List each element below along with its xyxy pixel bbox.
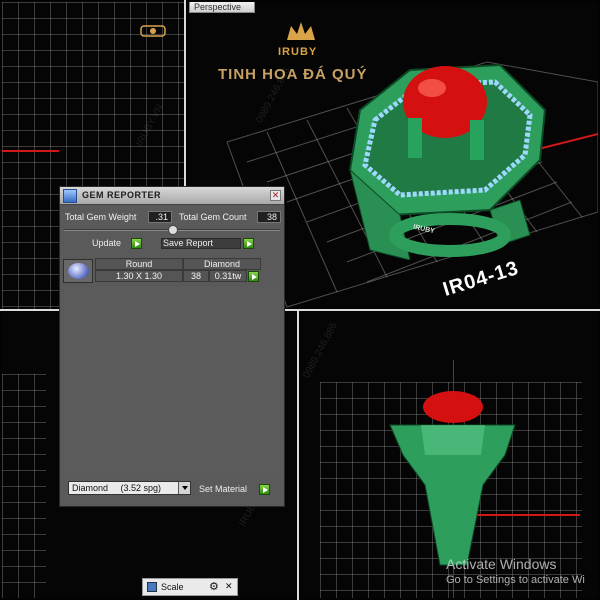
chevron-down-icon[interactable]: [178, 482, 190, 494]
material-select-value: Diamond (3.52 spg): [72, 483, 162, 493]
ring-front-model[interactable]: [385, 385, 535, 585]
iruby-crown-icon: [283, 20, 319, 44]
gem-count-cell: 38: [183, 270, 209, 282]
total-gem-weight-field[interactable]: .31: [148, 211, 172, 223]
viewport-tab-perspective[interactable]: Perspective: [189, 2, 255, 13]
update-button[interactable]: Update: [92, 237, 144, 250]
save-report-go-icon[interactable]: [243, 238, 254, 249]
update-label: Update: [92, 238, 122, 248]
gem-list-area[interactable]: [64, 287, 280, 472]
dialog-title: GEM REPORTER: [82, 190, 162, 200]
save-report-button[interactable]: Save Report: [161, 237, 256, 250]
gem-weight-cell: 0.31tw: [209, 270, 247, 282]
dialog-titlebar[interactable]: GEM REPORTER ✕: [60, 187, 284, 205]
total-gem-count-field[interactable]: 38: [257, 211, 281, 223]
save-report-label: Save Report: [163, 238, 214, 248]
total-gem-count-label: Total Gem Count: [179, 212, 247, 222]
gear-icon[interactable]: ⚙: [209, 580, 219, 593]
viewport-divider-vertical-lower[interactable]: [297, 310, 299, 600]
scale-panel-tab[interactable]: Scale ⚙ ✕: [142, 578, 238, 596]
close-icon[interactable]: ✕: [270, 190, 281, 201]
scale-tab-label: Scale: [161, 582, 184, 592]
close-icon[interactable]: ✕: [225, 581, 233, 592]
update-go-icon[interactable]: [131, 238, 142, 249]
set-material-button[interactable]: Set Material: [199, 483, 279, 496]
table-header-shape: Round: [95, 258, 183, 270]
set-material-go-icon[interactable]: [259, 484, 270, 495]
gem-row-go-icon[interactable]: [248, 271, 259, 282]
gem-reporter-dialog[interactable]: GEM REPORTER ✕ Total Gem Weight .31 Tota…: [59, 186, 285, 507]
ring-perspective-model[interactable]: [330, 50, 560, 260]
logo-text: IRUBY: [278, 46, 318, 58]
gem-size-cell: 1.30 X 1.30: [95, 270, 183, 282]
set-material-label: Set Material: [199, 484, 248, 494]
activation-subtitle: Go to Settings to activate Wi: [446, 574, 585, 586]
total-gem-weight-label: Total Gem Weight: [65, 212, 137, 222]
scale-tab-icon: [147, 582, 157, 592]
small-logo: [139, 24, 167, 38]
activation-title: Activate Windows: [446, 556, 557, 572]
table-header-type: Diamond: [183, 258, 261, 270]
bottom-left-grid: [2, 374, 46, 598]
x-axis-line-topleft: [2, 150, 59, 152]
gem-reporter-icon: [63, 189, 77, 203]
divider-handle[interactable]: [168, 225, 178, 235]
material-select[interactable]: Diamond (3.52 spg): [68, 481, 191, 495]
round-gem-icon[interactable]: [63, 259, 93, 283]
cad-workspace: Perspective IRUBY TINH HOA ĐÁ QUÝ IRUBY …: [0, 0, 600, 600]
